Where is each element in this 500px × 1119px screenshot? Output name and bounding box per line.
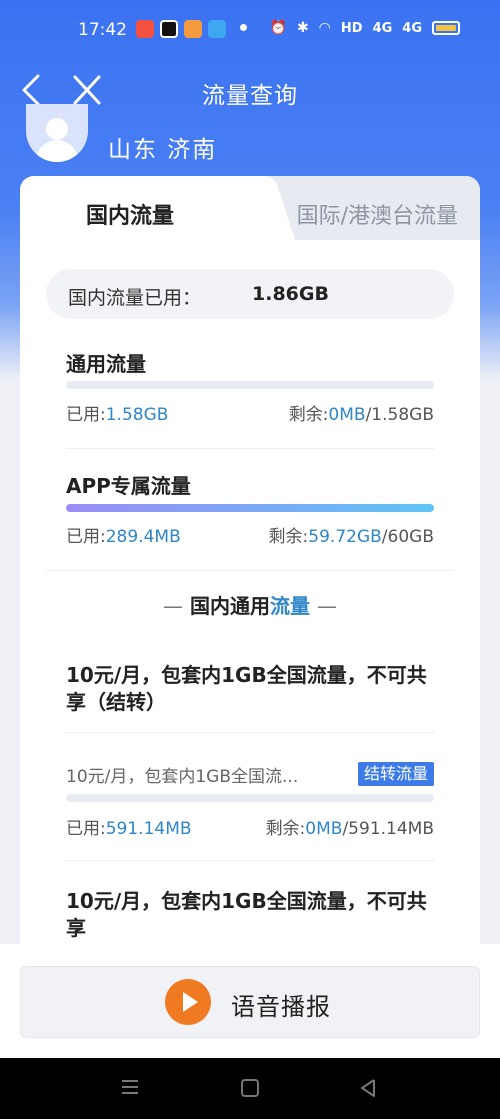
wifi-icon: ◠: [318, 20, 331, 36]
alarm-icon: ⏰: [269, 20, 287, 36]
bluetooth-icon: ✱: [296, 20, 309, 36]
tab-bar: 国际/港澳台流量 国内流量: [20, 176, 480, 248]
status-time: 17:42: [78, 20, 127, 40]
divider: [46, 570, 454, 571]
app-progress-bar: [66, 504, 434, 512]
battery-icon: [432, 21, 460, 35]
divider: [66, 732, 434, 733]
remain-value: 0MB: [305, 819, 343, 839]
traffic-card: 国际/港澳台流量 国内流量 国内流量已用： 1.86GB 通用流量 已用:1.5…: [20, 176, 480, 956]
divider: [66, 860, 434, 861]
voice-broadcast-label: 语音播报: [231, 993, 331, 1021]
carryover-badge: 结转流量: [357, 762, 434, 786]
package-title: 10元/月，包套内1GB全国流量，不可共享（结转）: [66, 663, 427, 714]
home-icon[interactable]: [240, 1078, 260, 1098]
total-value: /1.58GB: [365, 405, 434, 425]
remain-value: 0MB: [328, 405, 366, 425]
tab-domestic-label: 国内流量: [86, 204, 175, 229]
back-icon[interactable]: [358, 1078, 378, 1098]
domestic-general-heading: — 国内通用流量 —: [163, 594, 337, 618]
general-traffic-title: 通用流量: [66, 352, 146, 376]
tab-international-label: 国际/港澳台流量: [296, 204, 458, 229]
tab-domestic[interactable]: 国内流量: [20, 176, 260, 248]
summary-label: 国内流量已用：: [68, 287, 202, 309]
status-indicators: ⏰ ✱ ◠ HD 4G 4G: [269, 20, 460, 36]
total-value: /60GB: [381, 527, 434, 547]
divider: [66, 448, 434, 449]
voice-bar: 语音播报: [0, 944, 500, 1058]
remain-label: 剩余:: [265, 819, 306, 839]
total-value: /591.14MB: [342, 819, 434, 839]
package-title: 10元/月，包套内1GB全国流量，不可共享: [66, 889, 427, 940]
domestic-used-summary: 国内流量已用： 1.86GB: [46, 269, 454, 319]
app-traffic-title: APP专属流量: [66, 474, 191, 498]
used-label: 已用:: [66, 405, 106, 425]
voice-broadcast-button[interactable]: 语音播报: [20, 966, 480, 1038]
package-description: 10元/月，包套内1GB全国流...: [66, 767, 299, 787]
used-value: 289.4MB: [105, 527, 181, 547]
used-label: 已用:: [66, 527, 106, 547]
menu-icon[interactable]: [120, 1078, 140, 1096]
status-bar: 17:42 ⏰ ✱ ◠ HD 4G 4G: [0, 0, 500, 62]
user-location: 山东 济南: [108, 137, 218, 163]
app-notification-icon: [136, 20, 154, 38]
play-icon: [165, 979, 211, 1025]
general-progress-bar: [66, 381, 434, 389]
app-notification-icon: [208, 20, 226, 38]
package-progress-bar: [66, 794, 434, 802]
used-value: 1.58GB: [105, 405, 169, 425]
used-value: 591.14MB: [105, 819, 192, 839]
weibo-icon: [184, 20, 202, 38]
remain-label: 剩余:: [288, 405, 329, 425]
app-progress-fill: [66, 504, 434, 512]
used-label: 已用:: [66, 819, 106, 839]
remain-label: 剩余:: [268, 527, 309, 547]
system-nav-bar: [0, 1058, 500, 1119]
hd-icon: HD: [340, 20, 363, 36]
app-notification-icon: [160, 20, 178, 38]
more-notifications-dot: [240, 24, 247, 31]
summary-value: 1.86GB: [252, 283, 329, 305]
remain-value: 59.72GB: [308, 527, 382, 547]
signal-icon: 4G: [402, 20, 422, 36]
signal-icon: 4G: [372, 20, 393, 36]
